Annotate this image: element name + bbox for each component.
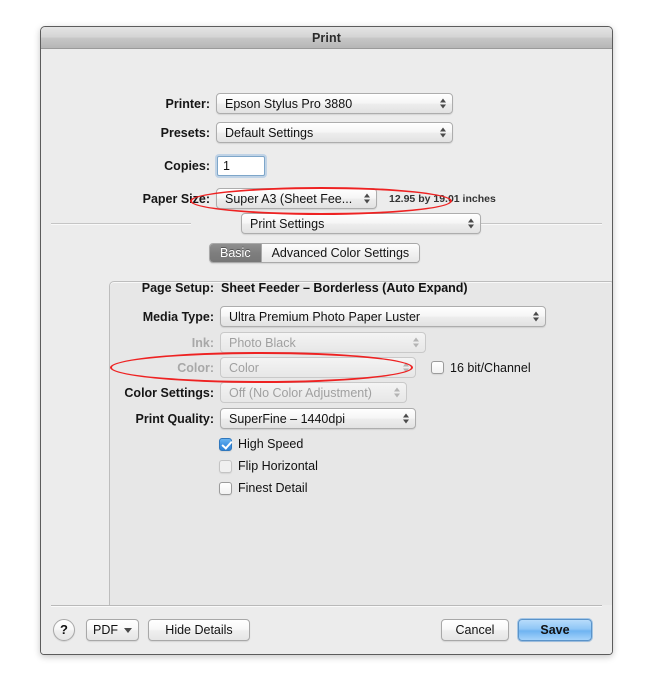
copies-input[interactable]: 1 (217, 156, 265, 176)
hide-details-button[interactable]: Hide Details (148, 619, 250, 641)
cancel-button[interactable]: Cancel (441, 619, 509, 641)
color-select: Color (220, 357, 416, 378)
printer-row: Printer: Epson Stylus Pro 3880 (41, 93, 553, 114)
print-pane-value: Print Settings (250, 216, 325, 231)
stepper-arrows-icon (392, 385, 401, 400)
media-type-value: Ultra Premium Photo Paper Luster (229, 309, 421, 324)
copies-value: 1 (223, 159, 230, 173)
presets-row: Presets: Default Settings (41, 122, 553, 143)
print-dialog-window: Print Printer: Epson Stylus Pro 3880 Pre… (40, 26, 613, 655)
color-label: Color: (177, 360, 214, 375)
presets-select[interactable]: Default Settings (216, 122, 453, 143)
tab-advanced-color-settings-label: Advanced Color Settings (271, 246, 410, 260)
copies-label: Copies: (164, 159, 210, 173)
stepper-arrows-icon (362, 191, 371, 206)
window-title: Print (312, 31, 341, 45)
divider-right (461, 223, 602, 224)
ink-select: Photo Black (220, 332, 426, 353)
divider-left (51, 223, 191, 224)
checkbox-box-icon (219, 437, 232, 451)
paper-size-value: Super A3 (Sheet Fee... (225, 191, 353, 206)
color-settings-row: Color Settings: Off (No Color Adjustment… (41, 382, 461, 403)
color-settings-value: Off (No Color Adjustment) (229, 385, 372, 400)
tab-basic-label: Basic (220, 246, 251, 260)
paper-size-dimensions: 12.95 by 19.01 inches (389, 192, 496, 205)
stepper-arrows-icon (531, 309, 540, 324)
color-value: Color (229, 360, 259, 375)
media-type-select[interactable]: Ultra Premium Photo Paper Luster (220, 306, 546, 327)
dialog-content: Printer: Epson Stylus Pro 3880 Presets: … (41, 49, 612, 654)
save-label: Save (540, 623, 570, 637)
finest-detail-label: Finest Detail (238, 481, 308, 495)
ink-label: Ink: (191, 335, 214, 350)
print-quality-label: Print Quality: (135, 411, 214, 426)
media-type-label: Media Type: (142, 309, 214, 324)
high-speed-checkbox[interactable]: High Speed (219, 437, 303, 451)
paper-size-row: Paper Size: Super A3 (Sheet Fee... 12.95… (41, 188, 561, 209)
ink-row: Ink: Photo Black (41, 332, 581, 353)
printer-label: Printer: (165, 96, 210, 111)
chevron-down-icon (124, 627, 132, 633)
printer-select[interactable]: Epson Stylus Pro 3880 (216, 93, 453, 114)
paper-size-label: Paper Size: (142, 191, 210, 206)
finest-detail-checkbox[interactable]: Finest Detail (219, 481, 307, 495)
dialog-bottom-bar: ? PDF Hide Details Cancel Save (41, 605, 612, 654)
stepper-arrows-icon (411, 335, 420, 350)
checkbox-box-icon (431, 361, 444, 374)
help-button[interactable]: ? (53, 619, 75, 641)
stepper-arrows-icon (466, 216, 475, 231)
screenshot-root: Print Printer: Epson Stylus Pro 3880 Pre… (0, 0, 652, 680)
tab-basic[interactable]: Basic (210, 244, 262, 262)
printer-value: Epson Stylus Pro 3880 (225, 96, 353, 111)
flip-horizontal-label: Flip Horizontal (238, 459, 318, 473)
sixteen-bit-channel-checkbox[interactable]: 16 bit/Channel (431, 361, 531, 375)
checkbox-box-icon (219, 481, 232, 495)
ink-value: Photo Black (229, 335, 296, 350)
tab-advanced-color-settings[interactable]: Advanced Color Settings (261, 244, 420, 262)
page-setup-value: Sheet Feeder – Borderless (Auto Expand) (221, 281, 468, 295)
stepper-arrows-icon (401, 360, 410, 375)
print-quality-select[interactable]: SuperFine – 1440dpi (220, 408, 416, 429)
high-speed-label: High Speed (238, 437, 304, 451)
stepper-arrows-icon (438, 125, 447, 140)
save-button[interactable]: Save (518, 619, 592, 641)
color-settings-select: Off (No Color Adjustment) (220, 382, 407, 403)
pdf-label: PDF (93, 623, 118, 637)
color-row: Color: Color 16 bit/Channel (41, 357, 601, 378)
settings-tabs: Basic Advanced Color Settings (209, 243, 421, 263)
help-icon: ? (60, 622, 68, 637)
checkbox-box-icon (219, 459, 232, 473)
presets-value: Default Settings (225, 125, 314, 140)
print-pane-select[interactable]: Print Settings (241, 213, 481, 234)
stepper-arrows-icon (438, 96, 447, 111)
print-quality-row: Print Quality: SuperFine – 1440dpi (41, 408, 461, 429)
flip-horizontal-checkbox: Flip Horizontal (219, 459, 318, 473)
presets-label: Presets: (160, 125, 210, 140)
page-setup-label: Page Setup: (141, 281, 214, 295)
sixteen-bit-channel-label: 16 bit/Channel (450, 360, 531, 375)
stepper-arrows-icon (401, 411, 410, 426)
page-setup-row: Page Setup: Sheet Feeder – Borderless (A… (41, 281, 561, 295)
pdf-button[interactable]: PDF (86, 619, 139, 641)
cancel-label: Cancel (455, 623, 495, 637)
color-settings-label: Color Settings: (124, 385, 214, 400)
copies-row: Copies: 1 (41, 156, 441, 176)
paper-size-select[interactable]: Super A3 (Sheet Fee... (216, 188, 377, 209)
bottom-divider (51, 605, 602, 606)
hide-details-label: Hide Details (165, 623, 233, 637)
print-quality-value: SuperFine – 1440dpi (229, 411, 346, 426)
media-type-row: Media Type: Ultra Premium Photo Paper Lu… (41, 306, 581, 327)
window-titlebar: Print (41, 27, 612, 49)
